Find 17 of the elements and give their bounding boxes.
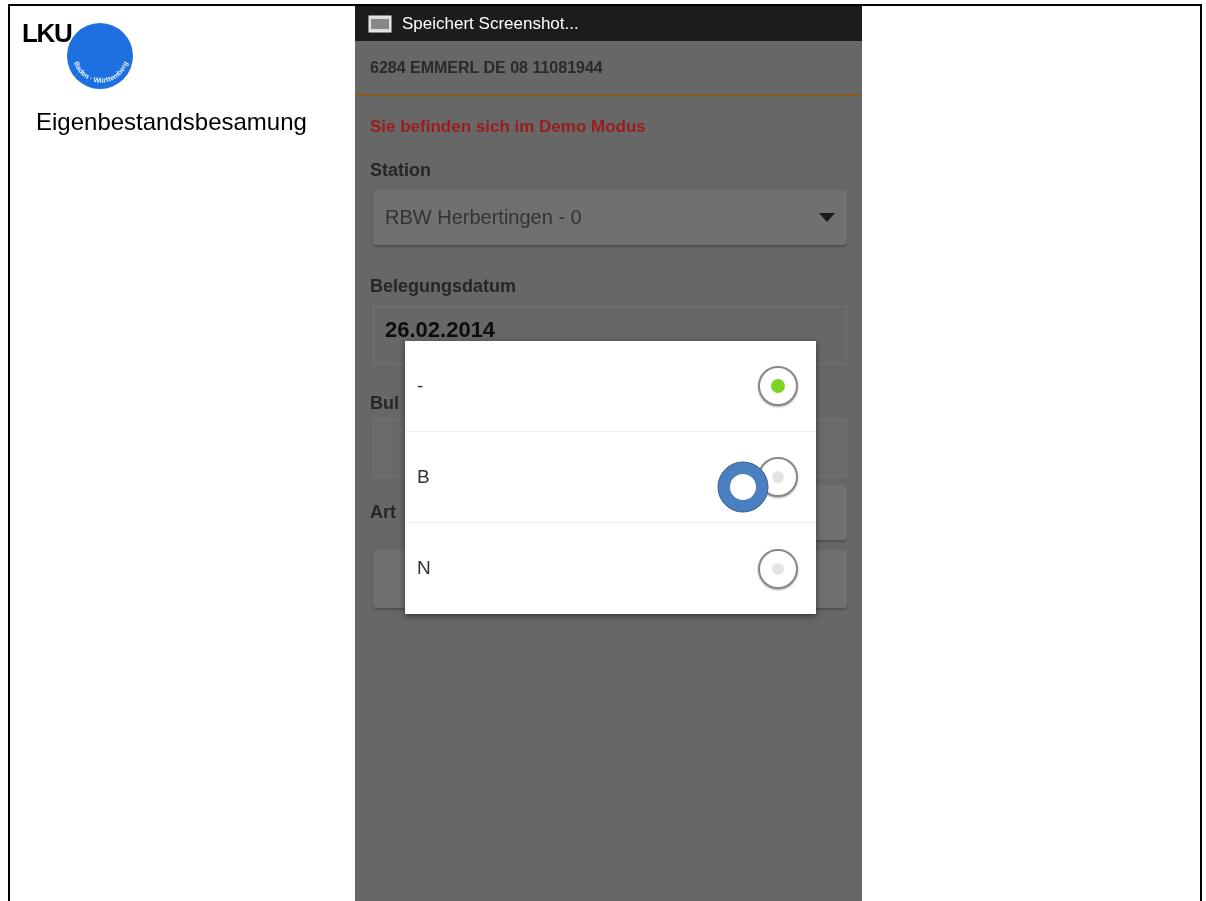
- field-label: Belegungsdatum: [370, 274, 517, 298]
- option-row[interactable]: N: [405, 523, 816, 614]
- slide-title: Eigenbestandsbesamung: [35, 107, 308, 137]
- field-label: Station: [370, 158, 432, 182]
- notification-text: Speichert Screenshot...: [402, 12, 579, 35]
- field-label: Bul: [370, 391, 400, 415]
- field-label: Art: [370, 500, 397, 524]
- option-row[interactable]: -: [405, 341, 816, 432]
- image-icon: [368, 14, 392, 33]
- demo-notice: Sie befinden sich im Demo Modus: [370, 116, 647, 138]
- logo-letters: LKU: [22, 20, 72, 46]
- header-text: 6284 EMMERL DE 08 11081944: [370, 57, 603, 78]
- touch-indicator-icon: [717, 461, 769, 513]
- option-row[interactable]: B: [405, 432, 816, 523]
- radio-button[interactable]: [758, 548, 798, 589]
- radio-button[interactable]: [758, 366, 798, 406]
- dropdown-arrow-icon: [819, 212, 835, 222]
